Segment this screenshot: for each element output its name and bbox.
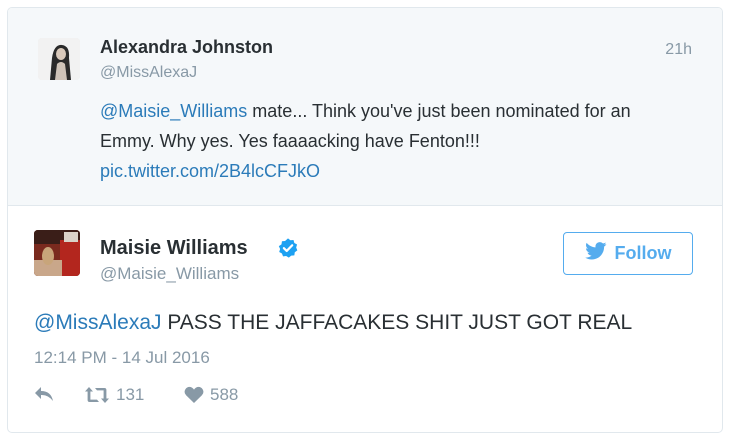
- heart-icon: [184, 386, 204, 404]
- parent-media-link[interactable]: pic.twitter.com/2B4lcCFJkO: [100, 156, 700, 186]
- parent-tweet[interactable]: Alexandra Johnston @MissAlexaJ 21h @Mais…: [8, 8, 722, 206]
- parent-text-line1-rest: mate... Think you've just been nominated…: [247, 101, 631, 121]
- parent-tweet-text: @Maisie_Williams mate... Think you've ju…: [100, 96, 700, 186]
- parent-text-line-1: @Maisie_Williams mate... Think you've ju…: [100, 96, 700, 126]
- retweet-count: 131: [116, 385, 145, 404]
- main-author-name[interactable]: Maisie Williams: [100, 237, 248, 260]
- main-mention-link[interactable]: @MissAlexaJ: [34, 311, 162, 334]
- parent-author-avatar[interactable]: [38, 38, 80, 80]
- follow-button[interactable]: Follow: [563, 232, 693, 275]
- main-tweet-date[interactable]: 12:14 PM - 14 Jul 2016: [34, 348, 210, 368]
- embedded-tweet-card: Alexandra Johnston @MissAlexaJ 21h @Mais…: [7, 7, 723, 433]
- parent-author-handle[interactable]: @MissAlexaJ: [100, 64, 197, 82]
- main-author-avatar[interactable]: [34, 230, 80, 276]
- verified-badge-icon: [277, 237, 299, 259]
- reply-icon: [34, 385, 54, 403]
- reply-button[interactable]: [34, 385, 54, 403]
- parent-author-name[interactable]: Alexandra Johnston: [100, 37, 273, 58]
- retweet-icon: [84, 386, 110, 404]
- retweet-button[interactable]: 131: [84, 385, 144, 405]
- main-author-handle[interactable]: @Maisie_Williams: [100, 264, 239, 284]
- parent-mention-link[interactable]: @Maisie_Williams: [100, 101, 247, 121]
- main-tweet-body: PASS THE JAFFACAKES SHIT JUST GOT REAL: [161, 311, 633, 334]
- like-count: 588: [210, 385, 239, 404]
- main-tweet-text: @MissAlexaJ PASS THE JAFFACAKES SHIT JUS…: [34, 311, 632, 335]
- follow-button-label: Follow: [614, 243, 672, 263]
- like-button[interactable]: 588: [184, 385, 238, 405]
- twitter-bird-icon: [584, 242, 607, 265]
- parent-tweet-time[interactable]: 21h: [665, 41, 692, 59]
- parent-text-line-2: Emmy. Why yes. Yes faaaacking have Fento…: [100, 131, 480, 151]
